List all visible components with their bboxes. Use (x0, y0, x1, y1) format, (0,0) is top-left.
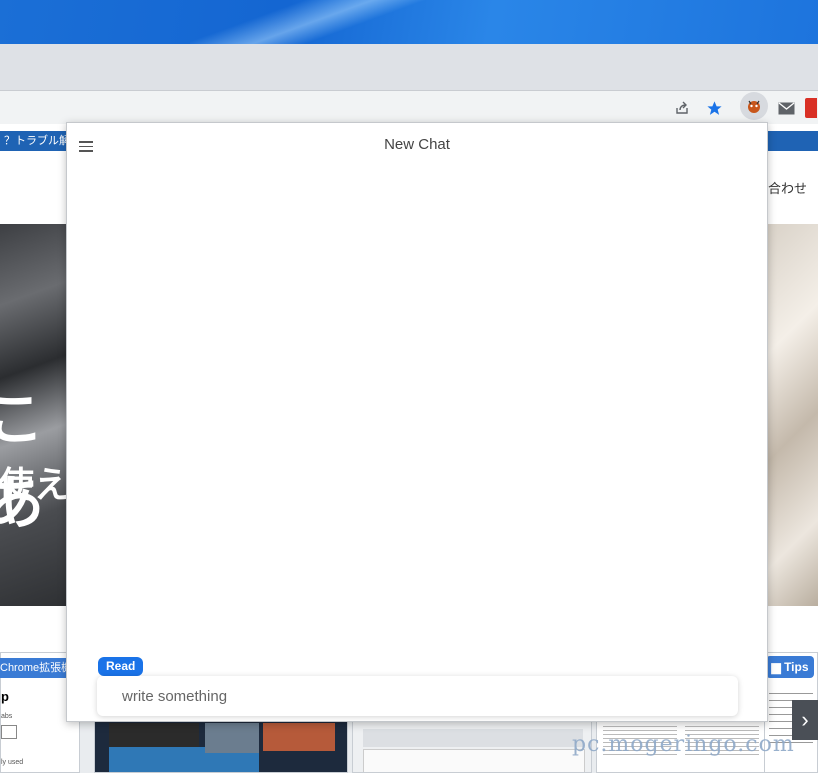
browser-tab-strip (0, 44, 818, 90)
folder-icon: ▆ (771, 660, 781, 674)
site-nav-bar[interactable]: ？トラブル解 (0, 131, 70, 151)
category-label[interactable]: Chrome拡張機 (0, 658, 66, 678)
desktop-wallpaper (0, 0, 818, 44)
hero-subheading: 使え (0, 465, 70, 506)
hero-image-right (768, 224, 818, 606)
site-watermark: pc.mogeringo.com (572, 732, 795, 757)
browser-toolbar (0, 90, 818, 125)
chat-title: New Chat (384, 136, 450, 153)
hero-image-left: こあ 使え (0, 224, 70, 606)
carousel-next-arrow[interactable]: › (792, 700, 818, 740)
contact-link[interactable]: 合わせ (768, 178, 807, 197)
chat-input-container (97, 676, 738, 716)
bookmark-star-icon[interactable] (703, 97, 725, 119)
extension-red-icon[interactable] (804, 97, 818, 119)
share-icon[interactable] (671, 97, 693, 119)
tips-label: Tips (784, 660, 809, 674)
site-nav-bar-right (766, 131, 818, 151)
tips-category-badge[interactable]: ▆ Tips (766, 656, 814, 678)
chat-popup: New Chat Read (66, 122, 768, 722)
extension-icon[interactable] (740, 92, 768, 120)
chat-message-input[interactable] (97, 676, 738, 716)
mail-icon[interactable] (775, 97, 797, 119)
read-mode-badge[interactable]: Read (98, 657, 144, 676)
